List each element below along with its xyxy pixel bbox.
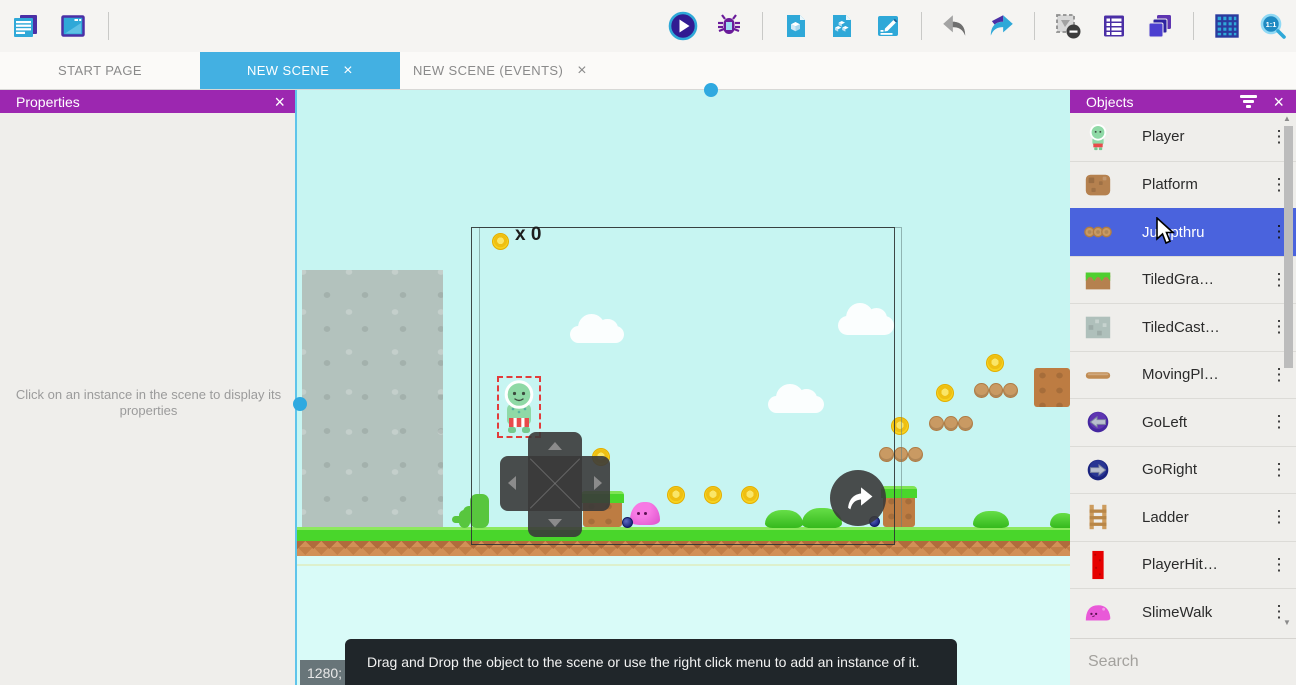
scene-edge-line bbox=[297, 564, 1070, 566]
objects-panel-header: Objects × bbox=[1070, 90, 1296, 113]
objects-search-box bbox=[1070, 638, 1296, 685]
jumpthru-instance[interactable] bbox=[974, 383, 1018, 399]
object-label: TiledGra… bbox=[1142, 271, 1262, 288]
filter-icon[interactable] bbox=[1240, 95, 1257, 108]
toolbar-divider bbox=[108, 12, 109, 40]
properties-panel-title: Properties bbox=[16, 94, 80, 110]
panel-resize-divider[interactable] bbox=[295, 90, 297, 685]
close-icon[interactable]: × bbox=[1273, 93, 1284, 111]
toolbar-divider bbox=[1034, 12, 1035, 40]
player-object-icon bbox=[1082, 121, 1114, 153]
main-area: x 0 Properties × Click on an instance in… bbox=[0, 90, 1296, 685]
object-row-ladder[interactable]: Ladder ⋮ bbox=[1070, 493, 1296, 541]
ladder-object-icon bbox=[1082, 501, 1114, 533]
go-left-object-icon bbox=[1082, 406, 1114, 438]
tab-close-icon[interactable]: × bbox=[577, 63, 587, 79]
cactus[interactable] bbox=[459, 510, 470, 528]
go-right-object-icon bbox=[1082, 454, 1114, 486]
properties-panel: Properties × Click on an instance in the… bbox=[0, 90, 297, 685]
play-preview-icon[interactable] bbox=[668, 11, 698, 41]
moving-platform-object-icon bbox=[1082, 359, 1114, 391]
tiled-grass-object-icon bbox=[1082, 264, 1114, 296]
zoom-original-icon[interactable]: 1:1 bbox=[1258, 11, 1288, 41]
top-resize-handle[interactable] bbox=[704, 83, 718, 97]
tab-label: NEW SCENE bbox=[247, 63, 329, 78]
layers-icon[interactable] bbox=[1145, 11, 1175, 41]
object-row-tiledcastle[interactable]: TiledCast… ⋮ bbox=[1070, 303, 1296, 351]
edit-scene-properties-icon[interactable] bbox=[873, 11, 903, 41]
preview-scene-icon[interactable] bbox=[781, 11, 811, 41]
tiled-castle-instance[interactable] bbox=[302, 270, 443, 528]
object-row-tiledgrass[interactable]: TiledGra… ⋮ bbox=[1070, 256, 1296, 304]
toolbar-divider bbox=[1193, 12, 1194, 40]
tab-label: NEW SCENE (EVENTS) bbox=[413, 63, 563, 78]
panel-resize-handle[interactable] bbox=[293, 397, 307, 411]
drag-drop-tooltip: Drag and Drop the object to the scene or… bbox=[345, 639, 957, 685]
deselect-all-icon[interactable] bbox=[1053, 11, 1083, 41]
object-label: Platform bbox=[1142, 176, 1262, 193]
redo-icon[interactable] bbox=[986, 11, 1016, 41]
object-label: Player bbox=[1142, 128, 1262, 145]
toolbar-divider bbox=[921, 12, 922, 40]
scene-canvas[interactable]: x 0 bbox=[297, 90, 1070, 685]
search-input[interactable] bbox=[1088, 653, 1295, 671]
object-row-goleft[interactable]: GoLeft ⋮ bbox=[1070, 398, 1296, 446]
top-toolbar: 1:1 bbox=[0, 0, 1296, 52]
tab-start-page[interactable]: START PAGE bbox=[0, 52, 200, 89]
object-label: SlimeWalk bbox=[1142, 604, 1262, 621]
object-row-platform[interactable]: Platform ⋮ bbox=[1070, 161, 1296, 209]
close-icon[interactable]: × bbox=[274, 93, 285, 111]
mouse-cursor bbox=[1155, 217, 1177, 247]
objects-scrollbar[interactable]: ▲ ▼ bbox=[1284, 118, 1293, 633]
properties-empty-message: Click on an instance in the scene to dis… bbox=[8, 387, 289, 418]
svg-text:1:1: 1:1 bbox=[1266, 20, 1277, 29]
object-label: GoLeft bbox=[1142, 414, 1262, 431]
scroll-up-icon[interactable]: ▲ bbox=[1283, 114, 1291, 123]
tab-new-scene-events[interactable]: NEW SCENE (EVENTS) × bbox=[400, 52, 600, 89]
jumpthru-object-icon bbox=[1082, 216, 1114, 248]
object-label: MovingPl… bbox=[1142, 366, 1262, 383]
export-project-icon[interactable] bbox=[827, 11, 857, 41]
debug-icon[interactable] bbox=[714, 11, 744, 41]
object-label: TiledCast… bbox=[1142, 319, 1262, 336]
jumpthru-instance[interactable] bbox=[929, 416, 973, 432]
objects-list: Player ⋮ Platform ⋮ Jumpthru ⋮ bbox=[1070, 113, 1296, 638]
platform-instance[interactable] bbox=[1034, 368, 1070, 407]
properties-panel-header: Properties × bbox=[0, 90, 297, 113]
grid-icon[interactable] bbox=[1212, 11, 1242, 41]
project-manager-icon[interactable] bbox=[10, 11, 40, 41]
object-row-movingplatform[interactable]: MovingPl… ⋮ bbox=[1070, 351, 1296, 399]
tiled-castle-object-icon bbox=[1082, 311, 1114, 343]
player-hitbox-object-icon bbox=[1082, 549, 1114, 581]
instances-list-icon[interactable] bbox=[1099, 11, 1129, 41]
object-label: PlayerHit… bbox=[1142, 556, 1262, 573]
platform-object-icon bbox=[1082, 169, 1114, 201]
hud-coin-icon bbox=[492, 233, 509, 250]
object-label: GoRight bbox=[1142, 461, 1262, 478]
object-row-playerhitbox[interactable]: PlayerHit… ⋮ bbox=[1070, 541, 1296, 589]
hud-coin-count: x 0 bbox=[515, 224, 541, 246]
editor-tab-bar: START PAGE NEW SCENE × NEW SCENE (EVENTS… bbox=[0, 52, 1296, 90]
scrollbar-thumb[interactable] bbox=[1284, 126, 1293, 368]
bush[interactable] bbox=[973, 511, 1009, 528]
start-page-icon[interactable] bbox=[58, 11, 88, 41]
object-row-goright[interactable]: GoRight ⋮ bbox=[1070, 446, 1296, 494]
object-row-player[interactable]: Player ⋮ bbox=[1070, 113, 1296, 161]
scroll-down-icon[interactable]: ▼ bbox=[1283, 618, 1291, 627]
bush[interactable] bbox=[1050, 513, 1070, 528]
tab-close-icon[interactable]: × bbox=[343, 63, 353, 79]
object-label: Ladder bbox=[1142, 509, 1262, 526]
coin-instance[interactable] bbox=[936, 384, 954, 402]
object-row-jumpthru[interactable]: Jumpthru ⋮ bbox=[1070, 208, 1296, 256]
object-row-slimewalk[interactable]: SlimeWalk ⋮ bbox=[1070, 588, 1296, 636]
camera-frame-outline bbox=[471, 227, 895, 545]
objects-panel-title: Objects bbox=[1086, 94, 1133, 110]
slime-walk-object-icon bbox=[1082, 596, 1114, 628]
tab-new-scene[interactable]: NEW SCENE × bbox=[200, 52, 400, 89]
coin-instance[interactable] bbox=[986, 354, 1004, 372]
undo-icon[interactable] bbox=[940, 11, 970, 41]
objects-panel: Objects × Player ⋮ Platform ⋮ bbox=[1070, 90, 1296, 685]
tab-label: START PAGE bbox=[58, 63, 142, 78]
toolbar-divider bbox=[762, 12, 763, 40]
